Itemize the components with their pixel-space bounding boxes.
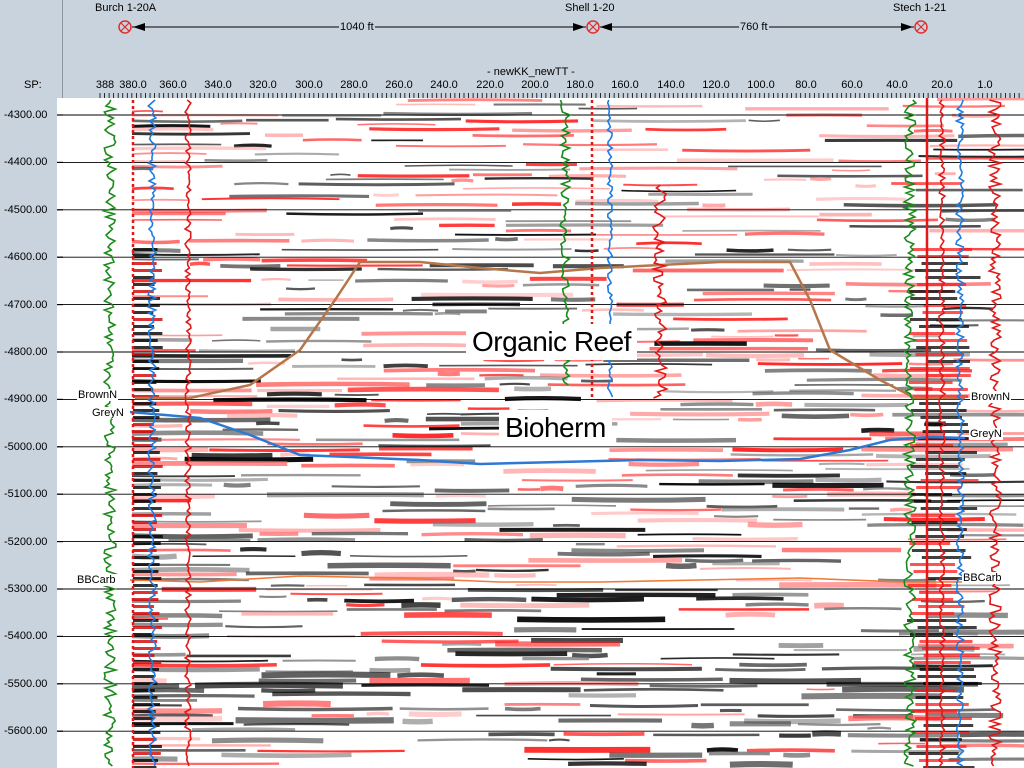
sp-tick-label: 1.0: [977, 79, 993, 91]
depth-tick-label: -5400.00: [4, 630, 48, 643]
sp-tick-label: 140.0: [657, 79, 685, 91]
depth-tick-label: -4800.00: [4, 346, 48, 358]
header-panel: SP: Burch 1-20A Shell 1-20 Stech 1-21 10…: [0, 0, 1024, 98]
horizon-label-greyn-left: GreyN: [91, 407, 125, 419]
sp-tick-label: 260.0: [385, 79, 413, 91]
depth-tick-label: -4700.00: [4, 298, 48, 311]
seismic-viewer: SP: Burch 1-20A Shell 1-20 Stech 1-21 10…: [0, 0, 1024, 768]
distance-label-1: 1040 ft: [339, 21, 375, 33]
depth-tick-label: -4600.00: [4, 251, 48, 264]
depth-tick-label: -4300.00: [4, 109, 48, 121]
horizon-label-brownn-right: BrownN: [970, 391, 1012, 403]
depth-axis-panel: -4300.00 -4400.00 -4500.00 -4600.00 -4700.00…: [0, 98, 57, 768]
depth-tick-label: -5000.00: [4, 440, 48, 453]
depth-tick-label: -5200.00: [4, 535, 48, 548]
sp-tick-label: 380.0: [119, 79, 147, 91]
sp-tick-label: 320.0: [249, 79, 277, 91]
arrowhead-icon: [133, 23, 145, 31]
horizon-bbcarb[interactable]: [129, 575, 965, 583]
sp-tick-label: 340.0: [204, 79, 232, 91]
depth-tick-label: -5300.00: [4, 583, 48, 595]
sp-tick-label: 240.0: [430, 79, 458, 91]
sp-tick-label: 40.0: [886, 79, 908, 91]
depth-tick-label: -4400.00: [4, 156, 48, 169]
horizon-label-brownn-left: BrownN: [77, 389, 119, 401]
well-symbol-icon[interactable]: [586, 20, 600, 34]
sp-tick-label: 280.0: [340, 79, 368, 91]
arrowhead-icon: [600, 23, 612, 31]
well-distance-graphic: [99, 20, 1020, 98]
arrowhead-icon: [901, 23, 913, 31]
depth-tick-label: -5100.00: [4, 488, 48, 501]
horizon-label-greyn-right: GreyN: [969, 428, 1003, 440]
seismic-section[interactable]: BrownN BrownN GreyN GreyN BBCarb BBCarb …: [57, 98, 1024, 768]
sp-tick-label: 220.0: [476, 79, 504, 91]
sp-tick-label: 60.0: [841, 79, 863, 91]
sp-tick-label: 300.0: [295, 79, 323, 91]
sp-tick-label: 120.0: [702, 79, 730, 91]
bioherm-label: Bioherm: [499, 410, 612, 446]
sp-tick-label: 20.0: [931, 79, 953, 91]
sp-tick-label: 360.0: [159, 79, 187, 91]
sp-tick-label: 160.0: [611, 79, 639, 91]
seismic-line-name: - newKK_newTT -: [487, 66, 575, 78]
depth-tick-label: -5600.00: [4, 725, 48, 738]
depth-tick-label: -5500.00: [4, 677, 48, 690]
sp-tick-label: 180.0: [566, 79, 594, 91]
depth-tick-label: -4900.00: [4, 393, 48, 406]
well-symbol-icon[interactable]: [118, 20, 132, 34]
sp-tick-label: 388: [95, 79, 115, 91]
well-symbol-icon[interactable]: [914, 20, 928, 34]
well-log-gamma-burch[interactable]: [101, 99, 119, 767]
depth-tick-label: -4500.00: [4, 203, 48, 216]
sp-tick-label: 200.0: [521, 79, 549, 91]
distance-label-2: 760 ft: [739, 21, 769, 33]
horizon-label-bbcarb-left: BBCarb: [76, 574, 117, 586]
arrowhead-icon: [573, 23, 585, 31]
organic-reef-label: Organic Reef: [466, 324, 637, 360]
horizon-label-bbcarb-right: BBCarb: [962, 572, 1003, 584]
sp-tick-label: 80.0: [795, 79, 817, 91]
sp-tick-label: 100.0: [747, 79, 775, 91]
